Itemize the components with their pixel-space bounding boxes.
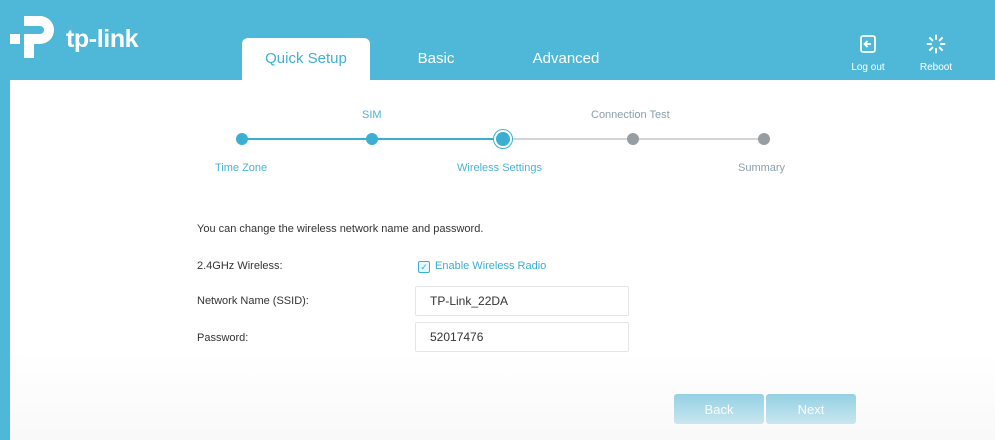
header-bar: tp-link Quick Setup Basic Advanced Log o… bbox=[0, 0, 995, 82]
enable-wireless-radio-checkbox[interactable]: ✓ bbox=[418, 261, 430, 273]
tab-quick-setup[interactable]: Quick Setup bbox=[242, 38, 370, 80]
form-intro-text: You can change the wireless network name… bbox=[197, 223, 484, 235]
enable-wireless-radio-label[interactable]: Enable Wireless Radio bbox=[435, 260, 546, 272]
checkmark-icon: ✓ bbox=[420, 262, 428, 272]
tab-advanced[interactable]: Advanced bbox=[515, 38, 617, 80]
step-dot-time-zone bbox=[236, 133, 248, 145]
brand-name: tp-link bbox=[66, 25, 139, 53]
tab-basic[interactable]: Basic bbox=[395, 38, 477, 80]
step-dot-connection-test bbox=[627, 133, 639, 145]
step-label-sim: SIM bbox=[362, 109, 382, 121]
reboot-icon bbox=[926, 34, 946, 54]
next-button[interactable]: Next bbox=[766, 394, 856, 424]
ssid-label: Network Name (SSID): bbox=[197, 295, 309, 307]
wizard-progress: Time Zone SIM Wireless Settings Connecti… bbox=[10, 80, 995, 190]
quick-setup-panel: Time Zone SIM Wireless Settings Connecti… bbox=[10, 80, 995, 440]
reboot-button[interactable]: Reboot bbox=[912, 34, 960, 73]
step-label-time-zone: Time Zone bbox=[215, 162, 268, 174]
step-dot-sim bbox=[366, 133, 378, 145]
logout-icon bbox=[860, 35, 876, 53]
reboot-label: Reboot bbox=[919, 62, 953, 73]
password-input[interactable] bbox=[415, 322, 629, 352]
step-label-connection-test: Connection Test bbox=[591, 109, 670, 121]
password-label: Password: bbox=[197, 332, 249, 344]
step-label-summary: Summary bbox=[738, 162, 786, 174]
step-label-wireless-settings: Wireless Settings bbox=[457, 162, 542, 174]
logout-label: Log out bbox=[851, 62, 885, 73]
tp-link-logo-icon bbox=[10, 16, 54, 58]
back-button[interactable]: Back bbox=[674, 394, 764, 424]
band-label: 2.4GHz Wireless: bbox=[197, 260, 283, 272]
step-dot-summary bbox=[758, 133, 770, 145]
tp-link-logo[interactable]: tp-link bbox=[8, 12, 153, 62]
tab-label: Quick Setup bbox=[265, 50, 347, 67]
tab-label: Basic bbox=[417, 50, 455, 67]
ssid-input[interactable] bbox=[415, 286, 629, 316]
logout-button[interactable]: Log out bbox=[844, 34, 892, 73]
tab-label: Advanced bbox=[532, 50, 600, 67]
step-dot-wireless-settings bbox=[496, 132, 510, 146]
